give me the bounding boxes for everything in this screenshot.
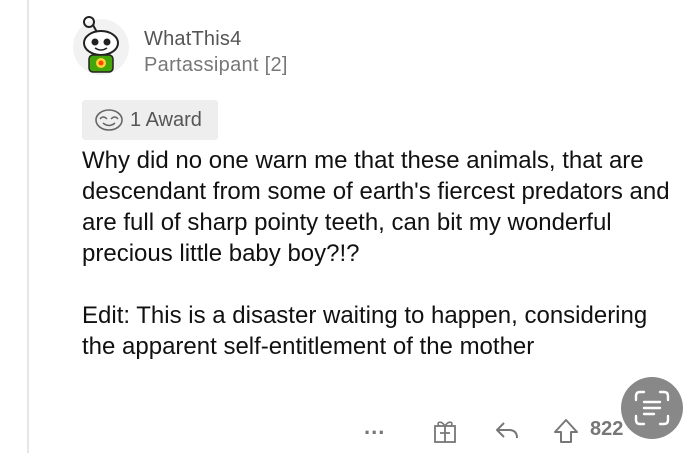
username[interactable]: WhatThis4 <box>144 28 241 51</box>
user-avatar[interactable] <box>72 16 130 78</box>
user-flair: Partassipant [2] <box>144 54 288 76</box>
thread-line <box>27 0 29 453</box>
award-icon <box>95 109 123 131</box>
reply-icon[interactable] <box>494 418 520 442</box>
comment-edit-paragraph: Edit: This is a disaster waiting to happ… <box>82 302 648 360</box>
comment-paragraph: Why did no one warn me that these animal… <box>82 147 670 267</box>
comment-body: Why did no one warn me that these animal… <box>82 145 682 362</box>
award-badge[interactable]: 1 Award <box>82 100 218 140</box>
text-scan-button[interactable] <box>621 377 683 439</box>
vote-score: 822 <box>590 418 624 440</box>
more-options-button[interactable]: ... <box>364 414 385 440</box>
upvote-icon[interactable] <box>553 418 579 444</box>
award-count: 1 Award <box>130 108 202 131</box>
gift-icon[interactable] <box>432 418 458 444</box>
text-scan-icon <box>634 390 670 426</box>
comment-actions-bar: ... 822 <box>0 410 700 450</box>
